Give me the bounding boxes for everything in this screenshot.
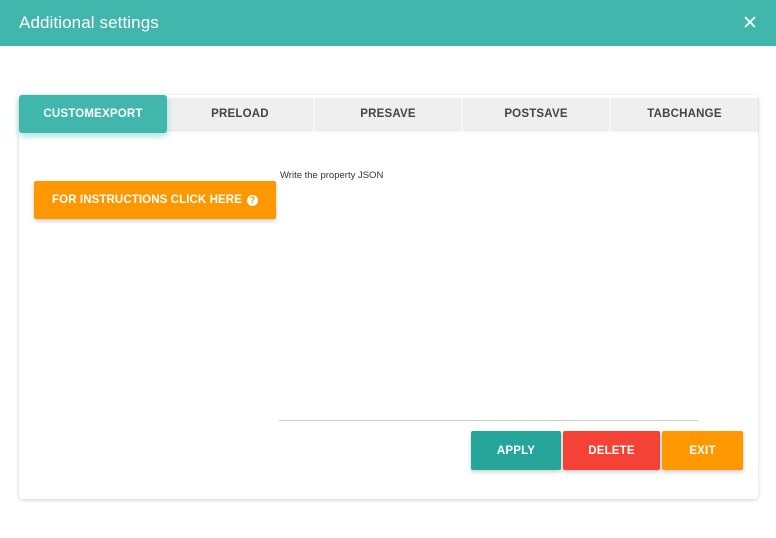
dialog-header: Additional settings	[0, 0, 776, 46]
instructions-label: FOR INSTRUCTIONS CLICK HERE	[52, 194, 242, 206]
dialog-title: Additional settings	[19, 13, 159, 32]
settings-panel: CUSTOMEXPORT PRELOAD PRESAVE POSTSAVE TA…	[19, 95, 758, 499]
tab-presave[interactable]: PRESAVE	[315, 98, 461, 130]
tab-preload[interactable]: PRELOAD	[167, 98, 313, 130]
tab-postsave[interactable]: POSTSAVE	[463, 98, 609, 130]
question-icon: ?	[246, 194, 258, 206]
additional-settings-dialog: Additional settings CUSTOMEXPORT PRELOAD…	[0, 0, 776, 538]
json-field-label: Write the property JSON	[280, 170, 384, 181]
property-json-input[interactable]	[279, 183, 698, 421]
tab-bar: CUSTOMEXPORT PRELOAD PRESAVE POSTSAVE TA…	[19, 95, 758, 133]
apply-button[interactable]: APPLY	[471, 431, 561, 470]
exit-button[interactable]: EXIT	[662, 431, 743, 470]
tab-customexport[interactable]: CUSTOMEXPORT	[19, 95, 167, 133]
delete-button[interactable]: DELETE	[563, 431, 660, 470]
close-icon[interactable]	[742, 14, 758, 30]
instructions-button[interactable]: FOR INSTRUCTIONS CLICK HERE ?	[34, 181, 276, 219]
tab-tabchange[interactable]: TABCHANGE	[611, 98, 758, 130]
